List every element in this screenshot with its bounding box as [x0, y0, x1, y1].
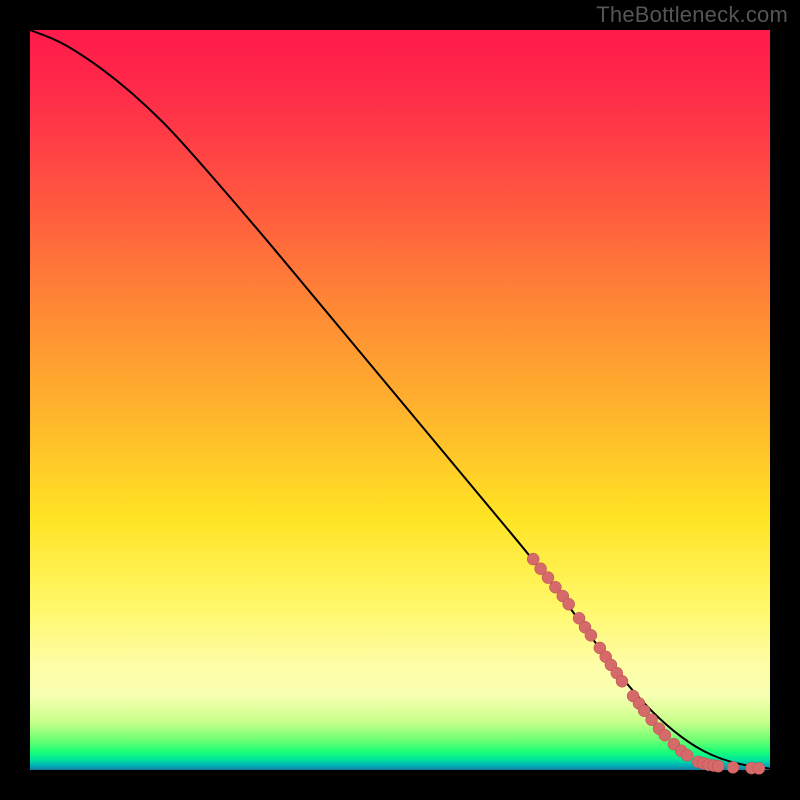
- data-marker: [527, 553, 539, 565]
- data-markers: [527, 553, 765, 774]
- curve-line: [30, 30, 770, 769]
- data-marker: [585, 629, 597, 641]
- data-marker: [616, 675, 628, 687]
- data-marker: [563, 598, 575, 610]
- data-marker: [753, 762, 765, 774]
- plot-area: [30, 30, 770, 770]
- data-marker: [712, 760, 724, 772]
- data-marker: [542, 572, 554, 584]
- data-marker: [681, 749, 693, 761]
- data-marker: [727, 761, 739, 773]
- plot-overlay: [30, 30, 770, 770]
- chart-stage: TheBottleneck.com: [0, 0, 800, 800]
- data-marker: [659, 729, 671, 741]
- watermark-text: TheBottleneck.com: [596, 2, 788, 28]
